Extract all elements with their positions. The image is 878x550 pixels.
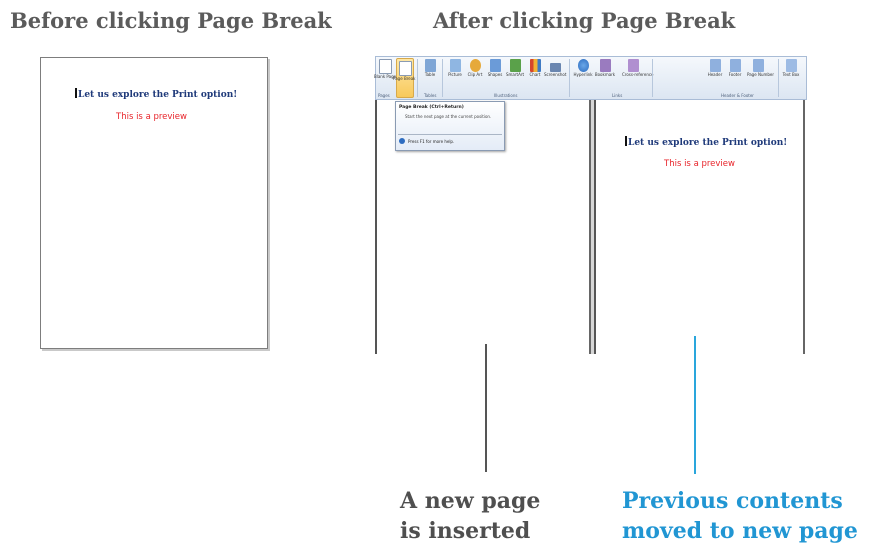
footer-button[interactable]: Footer	[728, 59, 742, 77]
text-cursor-icon	[75, 88, 77, 98]
tooltip-help: Press F1 for more help.	[408, 139, 455, 144]
cross-reference-button[interactable]: Cross-reference	[622, 59, 654, 77]
chart-icon	[529, 59, 541, 72]
document-page-before: Let us explore the Print option! This is…	[40, 57, 268, 349]
help-icon	[399, 138, 405, 144]
smartart-button[interactable]: SmartArt	[506, 59, 524, 77]
page-number-icon	[752, 59, 764, 72]
blank-page-button[interactable]: Blank Page	[374, 59, 396, 79]
clip-art-icon	[469, 59, 481, 72]
caption-moved-content: Previous contents moved to new page	[622, 488, 858, 544]
ribbon-group-header-footer: Header & Footer	[721, 93, 754, 98]
document-title: Let us explore the Print option!	[75, 88, 237, 100]
picture-icon	[449, 59, 461, 72]
header-button[interactable]: Header	[708, 59, 722, 77]
page-break-tooltip: Page Break (Ctrl+Return) Start the next …	[395, 101, 505, 151]
ribbon-separator	[442, 59, 443, 97]
screenshot-button[interactable]: Screenshot	[544, 59, 566, 77]
document-title-moved: Let us explore the Print option!	[625, 136, 787, 148]
cross-reference-icon	[627, 59, 639, 72]
screenshot-icon	[549, 63, 561, 72]
ribbon-group-tables: Tables	[424, 93, 437, 98]
moved-content-pointer-line	[694, 336, 696, 474]
picture-button[interactable]: Picture	[448, 59, 462, 77]
caption-new-page: A new page is inserted	[400, 488, 541, 544]
footer-icon	[729, 59, 741, 72]
ribbon-group-illustrations: Illustrations	[494, 93, 518, 98]
document-subtitle-moved: This is a preview	[664, 159, 735, 169]
after-heading: After clicking Page Break	[433, 8, 736, 33]
shapes-button[interactable]: Shapes	[488, 59, 502, 77]
new-page-pointer-line	[485, 344, 487, 472]
table-icon	[424, 59, 436, 72]
insert-ribbon: Blank Page Page Break Pages Table Tables…	[374, 56, 807, 100]
page-break-button[interactable]: Page Break	[393, 58, 415, 98]
tooltip-divider	[398, 134, 502, 135]
ribbon-separator	[417, 59, 418, 97]
text-cursor-icon	[625, 136, 627, 146]
hyperlink-button[interactable]: Hyperlink	[573, 59, 593, 77]
before-heading: Before clicking Page Break	[10, 8, 332, 33]
hyperlink-icon	[577, 59, 589, 72]
clip-art-button[interactable]: Clip Art	[468, 59, 482, 77]
text-box-button[interactable]: Text Box	[783, 59, 799, 77]
table-button[interactable]: Table	[423, 59, 437, 77]
text-box-icon	[785, 59, 797, 72]
tooltip-title: Page Break (Ctrl+Return)	[399, 105, 464, 110]
chart-button[interactable]: Chart	[528, 59, 542, 77]
header-icon	[709, 59, 721, 72]
ribbon-group-links: Links	[612, 93, 623, 98]
tooltip-description: Start the next page at the current posit…	[405, 114, 492, 119]
page-number-button[interactable]: Page Number	[747, 59, 774, 77]
bookmark-icon	[599, 59, 611, 72]
blank-page-icon	[378, 59, 392, 74]
ribbon-group-pages: Pages	[378, 93, 390, 98]
smartart-icon	[509, 59, 521, 72]
shapes-icon	[489, 59, 501, 72]
page-break-icon	[398, 61, 412, 76]
ribbon-separator	[778, 59, 779, 97]
bookmark-button[interactable]: Bookmark	[595, 59, 615, 77]
ribbon-separator	[652, 59, 653, 97]
document-subtitle: This is a preview	[116, 112, 187, 122]
document-page-after: Let us explore the Print option! This is…	[594, 100, 805, 354]
ribbon-separator	[569, 59, 570, 97]
